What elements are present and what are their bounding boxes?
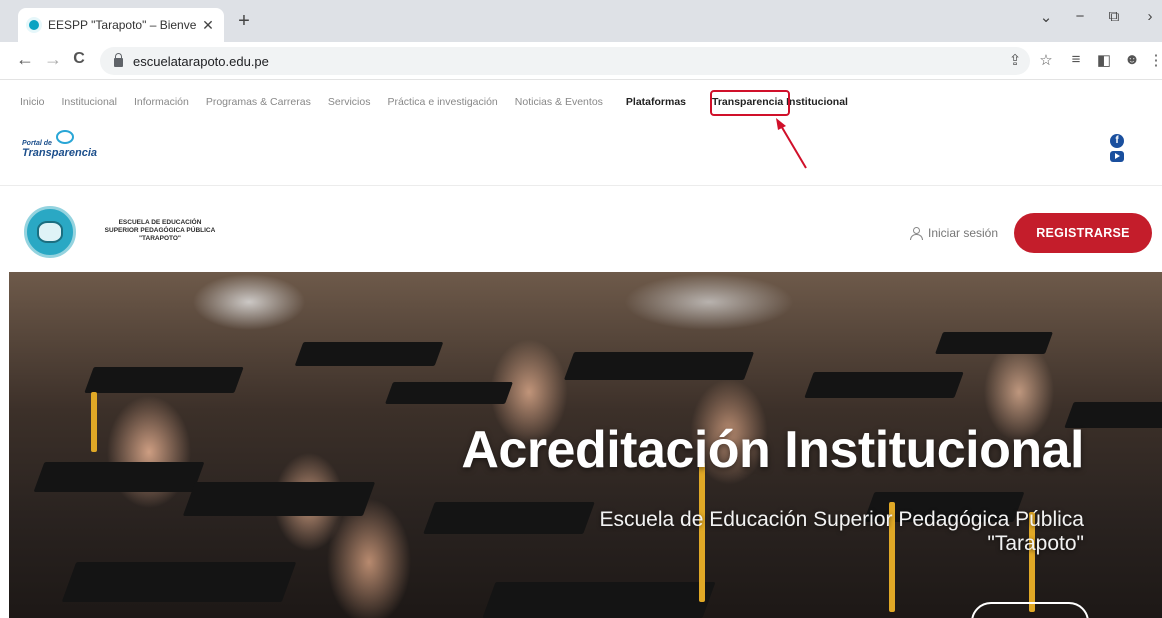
forward-button[interactable]: → [42, 49, 64, 70]
login-label: Iniciar sesión [928, 226, 999, 240]
graduation-cap [482, 582, 716, 618]
site-favicon-icon [26, 17, 42, 33]
tab-overflow-chevron-icon[interactable]: › [1140, 8, 1160, 25]
site-header: ESCUELA DE EDUCACIÓN SUPERIOR PEDAGÓGICA… [0, 186, 1162, 272]
login-link[interactable]: Iniciar sesión [910, 226, 998, 240]
tab-search-chevron-icon[interactable]: ⌄ [1036, 8, 1056, 26]
graduation-cap [182, 482, 376, 516]
graduation-cap [563, 352, 755, 380]
restore-button[interactable]: ⧉ [1104, 8, 1124, 25]
graduation-cap [33, 462, 205, 492]
plataformas-highlight-box [710, 90, 790, 116]
tassel [91, 392, 97, 452]
graduation-cap [61, 562, 297, 602]
tab-title: EESPP "Tarapoto" – Bienvenido, … [48, 18, 196, 32]
user-icon [910, 227, 923, 240]
hero-title: Acreditación Institucional [461, 421, 1084, 479]
hero-subtitle: Escuela de Educación Superior Pedagógica… [464, 508, 1085, 556]
portal-transparencia-logo[interactable]: Portal de Transparencia [20, 130, 120, 170]
back-button[interactable]: ← [14, 49, 36, 70]
youtube-icon[interactable] [1110, 151, 1124, 162]
browser-tab-bar: EESPP "Tarapoto" – Bienvenido, … ✕ + ⌄ −… [0, 0, 1162, 42]
graduation-cap [934, 332, 1054, 354]
reading-list-icon[interactable]: ≡ [1066, 51, 1086, 68]
social-links: f [1110, 134, 1126, 162]
reload-button[interactable]: C [68, 50, 90, 68]
tab-close-icon[interactable]: ✕ [200, 17, 216, 34]
minimize-button[interactable]: − [1070, 8, 1090, 25]
new-tab-button[interactable]: + [232, 10, 256, 33]
school-logo[interactable] [24, 206, 76, 258]
nav-item-programas[interactable]: Programas & Carreras [206, 96, 311, 108]
profile-avatar-icon[interactable]: ☻ [1122, 51, 1142, 68]
facebook-icon[interactable]: f [1110, 134, 1124, 148]
nav-item-noticias[interactable]: Noticias & Eventos [515, 96, 603, 108]
hero-subtitle-line1: Escuela de Educación Superior Pedagógica… [599, 508, 1085, 531]
nav-item-informacion[interactable]: Información [134, 96, 189, 108]
browser-menu-icon[interactable]: ⋮ [1146, 51, 1162, 69]
nav-item-practica[interactable]: Práctica e investigación [387, 96, 497, 108]
graduation-cap [804, 372, 964, 398]
portal-bubble-icon [56, 130, 74, 144]
hero-cta-button[interactable] [971, 602, 1089, 618]
hero-subtitle-line2: "Tarapoto" [987, 532, 1084, 555]
graduation-cap [84, 367, 244, 393]
browser-tab[interactable]: EESPP "Tarapoto" – Bienvenido, … ✕ [18, 8, 224, 42]
school-emblem-icon [37, 221, 63, 243]
url-text: escuelatarapoto.edu.pe [133, 53, 269, 69]
red-arrow-annotation [776, 118, 807, 169]
bookmark-star-icon[interactable]: ☆ [1036, 51, 1056, 69]
register-button[interactable]: REGISTRARSE [1014, 213, 1152, 253]
hero-banner: Acreditación Institucional Escuela de Ed… [9, 272, 1162, 618]
nav-item-institucional[interactable]: Institucional [62, 96, 117, 108]
nav-item-inicio[interactable]: Inicio [20, 96, 45, 108]
address-bar[interactable]: escuelatarapoto.edu.pe [100, 47, 1030, 75]
school-name-line3: "TARAPOTO" [138, 235, 182, 242]
school-name-line1: ESCUELA DE EDUCACIÓN [118, 219, 202, 226]
side-panel-icon[interactable]: ◧ [1094, 51, 1114, 69]
nav-item-plataformas[interactable]: Plataformas [626, 96, 686, 108]
portal-line2: Transparencia [22, 147, 98, 159]
share-icon[interactable]: ⇪ [1005, 51, 1025, 69]
site-top-nav: Inicio Institucional Información Program… [0, 80, 1162, 186]
school-name: ESCUELA DE EDUCACIÓN SUPERIOR PEDAGÓGICA… [90, 219, 230, 243]
graduation-cap [384, 382, 514, 404]
portal-line1: Portal de [22, 140, 52, 147]
lock-icon [114, 52, 123, 67]
nav-item-servicios[interactable]: Servicios [328, 96, 371, 108]
school-name-line2: SUPERIOR PEDAGÓGICA PÚBLICA [104, 227, 216, 234]
graduation-cap [294, 342, 444, 366]
browser-toolbar: ← → C escuelatarapoto.edu.pe ⇪ ☆ ≡ ◧ ☻ ⋮ [0, 42, 1162, 80]
